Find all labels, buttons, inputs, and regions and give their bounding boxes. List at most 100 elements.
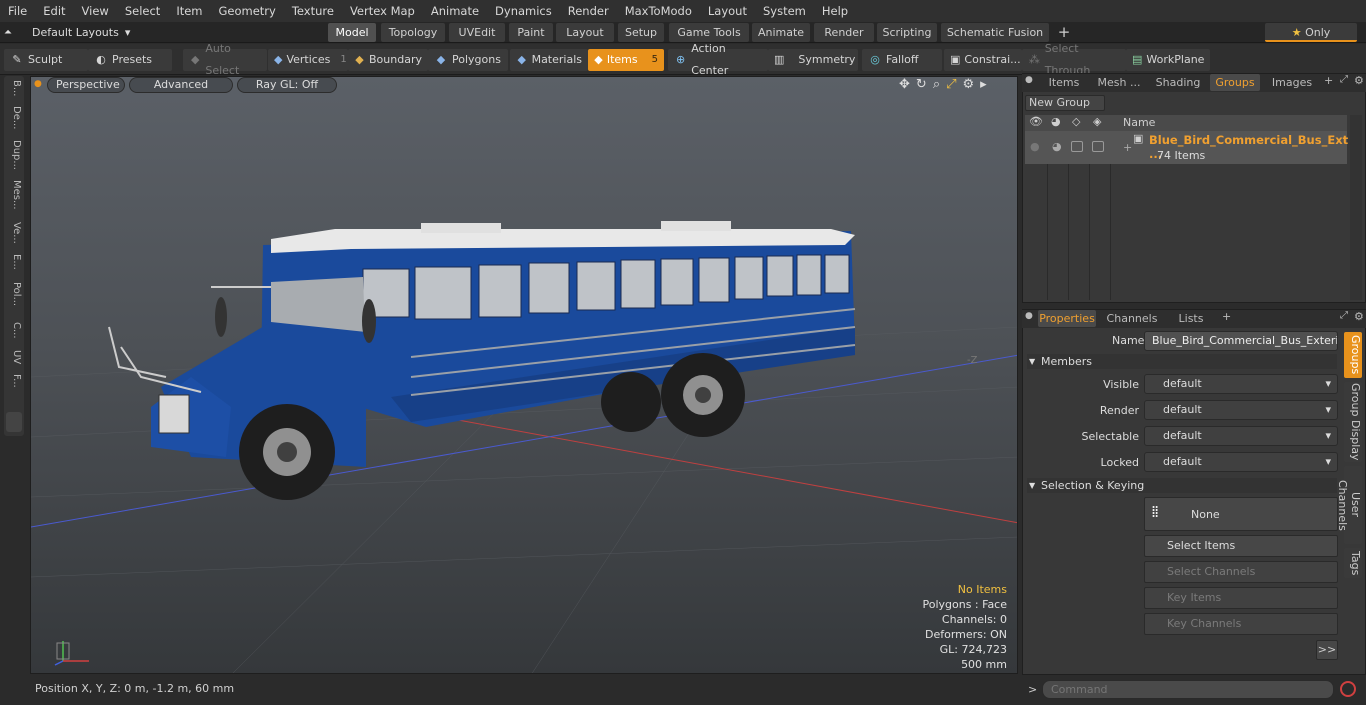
locked-dropdown[interactable]: default ▾ bbox=[1144, 452, 1338, 472]
items-label: Items bbox=[606, 53, 638, 66]
render-dropdown[interactable]: default ▾ bbox=[1144, 400, 1338, 420]
group-row[interactable]: ● ◕ + ▣ Blue_Bird_Commercial_Bus_Ext ...… bbox=[1025, 131, 1348, 164]
auto-select-button[interactable]: ◆ Auto Select bbox=[183, 42, 267, 77]
vtab-groups[interactable]: Groups bbox=[1344, 332, 1362, 378]
left-tab-3[interactable]: Mes... bbox=[6, 180, 22, 210]
group-name-field[interactable]: Blue_Bird_Commercial_Bus_Exterior_C bbox=[1144, 331, 1338, 351]
record-icon[interactable] bbox=[1340, 681, 1356, 697]
panel-tab-items[interactable]: Items bbox=[1040, 74, 1088, 91]
tab-uvedit[interactable]: UVEdit bbox=[449, 23, 505, 42]
tab-model[interactable]: Model bbox=[328, 23, 376, 42]
menu-render[interactable]: Render bbox=[560, 0, 617, 22]
properties-tab-properties[interactable]: Properties bbox=[1038, 310, 1096, 327]
tab-paint[interactable]: Paint bbox=[509, 23, 553, 42]
constraints-button[interactable]: ▣ Constrai... bbox=[944, 49, 1022, 71]
menu-file[interactable]: File bbox=[0, 0, 35, 22]
bus-model[interactable] bbox=[108, 221, 856, 500]
command-input[interactable] bbox=[1042, 680, 1334, 699]
panel-tab-mesh[interactable]: Mesh ... bbox=[1094, 74, 1144, 91]
tab-scripting[interactable]: Scripting bbox=[877, 23, 937, 42]
left-tab-0[interactable]: B... bbox=[6, 80, 22, 96]
vtab-tags[interactable]: Tags bbox=[1344, 548, 1362, 578]
properties-settings-icon[interactable]: ⚙ bbox=[1354, 310, 1364, 323]
panel-tab-shading[interactable]: Shading bbox=[1150, 74, 1206, 91]
row-eye-icon[interactable]: ● bbox=[1030, 140, 1040, 153]
polygons-button[interactable]: ◆ Polygons bbox=[428, 49, 508, 71]
select-items-button[interactable]: Select Items bbox=[1144, 535, 1338, 557]
left-tab-6[interactable]: Pol... bbox=[6, 282, 22, 306]
properties-tab-channels[interactable]: Channels bbox=[1104, 310, 1160, 327]
select-through-button[interactable]: ⁂ Select Through bbox=[1022, 42, 1126, 77]
menu-geometry[interactable]: Geometry bbox=[211, 0, 284, 22]
menu-select[interactable]: Select bbox=[117, 0, 168, 22]
panel-settings-icon[interactable]: ⚙ bbox=[1354, 74, 1364, 87]
left-tab-8[interactable]: UV bbox=[6, 350, 22, 364]
add-panel-tab-button[interactable]: + bbox=[1324, 74, 1333, 87]
tab-schematic-fusion[interactable]: Schematic Fusion bbox=[941, 23, 1049, 42]
menu-system[interactable]: System bbox=[755, 0, 814, 22]
vtab-group-display[interactable]: Group Display bbox=[1344, 382, 1362, 462]
left-tab-5[interactable]: E... bbox=[6, 254, 22, 270]
left-tab-2[interactable]: Dup... bbox=[6, 140, 22, 170]
key-items-button[interactable]: Key Items bbox=[1144, 587, 1338, 609]
layouts-dropdown[interactable]: ⏶ Default Layouts ▾ bbox=[4, 22, 130, 43]
menu-item[interactable]: Item bbox=[168, 0, 210, 22]
menu-animate[interactable]: Animate bbox=[423, 0, 487, 22]
select-channels-button[interactable]: Select Channels bbox=[1144, 561, 1338, 583]
selection-set-button[interactable]: ⁞⁞ None bbox=[1144, 497, 1338, 531]
more-button[interactable]: >> bbox=[1316, 640, 1338, 660]
tab-render[interactable]: Render bbox=[814, 23, 874, 42]
expand-row-icon[interactable]: + bbox=[1123, 141, 1132, 154]
row-select-checkbox[interactable] bbox=[1071, 141, 1083, 152]
left-tab-9[interactable]: F... bbox=[6, 374, 22, 388]
properties-tab-lists[interactable]: Lists bbox=[1166, 310, 1216, 327]
menu-texture[interactable]: Texture bbox=[284, 0, 342, 22]
left-tab-4[interactable]: Ve... bbox=[6, 222, 22, 244]
materials-button[interactable]: ◆ Materials bbox=[510, 49, 588, 71]
vtab-user-channels[interactable]: User Channels bbox=[1336, 466, 1362, 544]
key-channels-button[interactable]: Key Channels bbox=[1144, 613, 1338, 635]
panel-tab-images[interactable]: Images bbox=[1266, 74, 1318, 91]
falloff-button[interactable]: ◎ Falloff bbox=[862, 49, 942, 71]
menu-vertex-map[interactable]: Vertex Map bbox=[342, 0, 423, 22]
left-tabs-toggle[interactable] bbox=[6, 412, 22, 432]
boundary-button[interactable]: ◆ Boundary bbox=[348, 49, 428, 71]
add-properties-tab-button[interactable]: + bbox=[1222, 310, 1231, 323]
tab-setup[interactable]: Setup bbox=[618, 23, 664, 42]
panel-tab-groups[interactable]: Groups bbox=[1210, 74, 1260, 91]
symmetry-button[interactable]: ▥ Symmetry bbox=[768, 49, 858, 71]
groups-list-header: 👁 ◕ ◇ ◈ Name bbox=[1025, 115, 1347, 131]
selection-keying-section-header[interactable]: ▼ Selection & Keying bbox=[1027, 478, 1337, 493]
materials-label: Materials bbox=[531, 53, 582, 66]
only-toggle[interactable]: ★ Only bbox=[1265, 23, 1357, 42]
properties-menu-icon[interactable]: ● bbox=[1025, 311, 1033, 321]
members-section-header[interactable]: ▼ Members bbox=[1027, 354, 1337, 369]
action-center-button[interactable]: ⊕ Action Center bbox=[668, 42, 768, 77]
menu-layout[interactable]: Layout bbox=[700, 0, 755, 22]
presets-button[interactable]: ◐ Presets bbox=[88, 49, 172, 71]
tab-topology[interactable]: Topology bbox=[381, 23, 445, 42]
visible-dropdown[interactable]: default ▾ bbox=[1144, 374, 1338, 394]
new-group-button[interactable]: New Group bbox=[1025, 95, 1105, 111]
left-tab-1[interactable]: De... bbox=[6, 106, 22, 129]
menu-dynamics[interactable]: Dynamics bbox=[487, 0, 560, 22]
selectable-dropdown[interactable]: default ▾ bbox=[1144, 426, 1338, 446]
properties-expand-icon[interactable]: ⤢ bbox=[1340, 310, 1348, 321]
items-button[interactable]: ◆ Items 5 bbox=[588, 49, 664, 71]
menu-maxtomodo[interactable]: MaxToModo bbox=[617, 0, 700, 22]
menu-view[interactable]: View bbox=[74, 0, 117, 22]
panel-menu-icon[interactable]: ● bbox=[1025, 75, 1033, 85]
workplane-button[interactable]: ▤ WorkPlane bbox=[1126, 49, 1210, 71]
menu-edit[interactable]: Edit bbox=[35, 0, 73, 22]
sculpt-button[interactable]: ✎ Sculpt bbox=[4, 49, 88, 71]
row-render-icon[interactable]: ◕ bbox=[1052, 140, 1062, 153]
left-tab-7[interactable]: C... bbox=[6, 322, 22, 339]
vertices-button[interactable]: ◆ Vertices 1 bbox=[268, 49, 348, 71]
axis-label: -Z bbox=[967, 355, 978, 366]
groups-scrollbar[interactable] bbox=[1350, 115, 1362, 300]
menu-help[interactable]: Help bbox=[814, 0, 856, 22]
3d-viewport[interactable]: ● Perspective Advanced Ray GL: Off ✥ ↻ ⌕… bbox=[30, 76, 1018, 674]
row-lock-checkbox[interactable] bbox=[1092, 141, 1104, 152]
tab-layout[interactable]: Layout bbox=[556, 23, 614, 42]
expand-icon[interactable]: ⤢ bbox=[1340, 74, 1348, 85]
